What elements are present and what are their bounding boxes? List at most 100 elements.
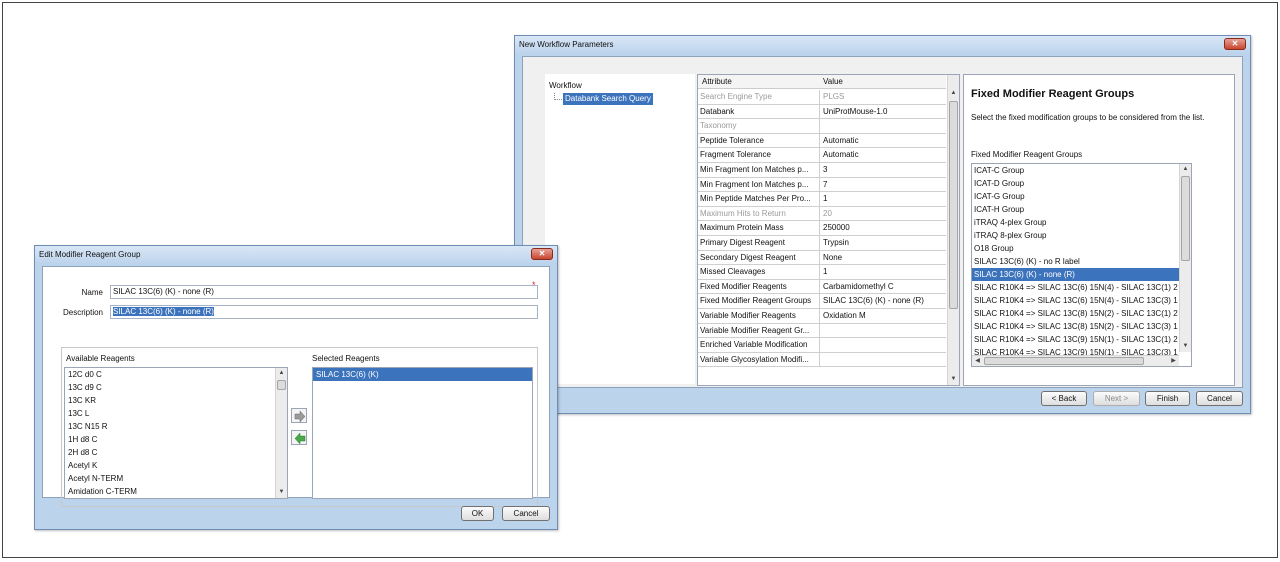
grid-row[interactable]: Variable Glycosylation Modifi... (698, 352, 946, 368)
list-item[interactable]: 2H d8 C (65, 446, 287, 459)
grid-row[interactable]: Maximum Hits to Return 20 (698, 206, 946, 222)
grid-row[interactable]: Fixed Modifier Reagent Groups SILAC 13C(6… (698, 294, 946, 309)
workflow-item-databank-search-query[interactable]: Databank Search Query (563, 93, 653, 105)
main-close-button[interactable]: ✕ (1224, 38, 1246, 50)
grid-value-cell[interactable]: UniProtMouse-1.0 (821, 105, 946, 119)
available-reagents-scrollbar[interactable]: ▲ ▼ (275, 368, 287, 498)
grid-row[interactable]: Variable Modifier Reagents Oxidation M (698, 308, 946, 324)
list-item[interactable]: 13C N15 R (65, 420, 287, 433)
grid-value-cell[interactable]: SILAC 13C(6) (K) - none (R) (821, 294, 946, 308)
grid-value-cell[interactable]: None (821, 251, 946, 265)
grid-attribute-cell: Min Fragment Ion Matches p... (698, 177, 820, 192)
grid-value-cell[interactable]: 7 (821, 178, 946, 192)
list-item[interactable]: iTRAQ 4-plex Group (972, 216, 1179, 229)
grid-value-cell[interactable]: Automatic (821, 148, 946, 162)
grid-value-cell[interactable]: 1 (821, 192, 946, 206)
ok-button[interactable]: OK (461, 506, 494, 521)
cancel-button[interactable]: Cancel (1196, 391, 1243, 406)
list-item[interactable]: 1H d8 C (65, 433, 287, 446)
list-item[interactable]: ICAT-G Group (972, 190, 1179, 203)
grid-row[interactable]: Primary Digest Reagent Trypsin (698, 235, 946, 251)
grid-value-cell[interactable]: 3 (821, 163, 946, 177)
grid-value-cell[interactable] (821, 119, 946, 133)
scroll-up-icon[interactable]: ▲ (276, 368, 287, 379)
list-item[interactable]: 13C KR (65, 394, 287, 407)
grid-row[interactable]: Min Fragment Ion Matches p... 7 (698, 177, 946, 193)
grid-row[interactable]: Maximum Protein Mass 250000 (698, 221, 946, 236)
list-item[interactable]: 13C d9 C (65, 381, 287, 394)
main-titlebar[interactable]: New Workflow Parameters ✕ (515, 36, 1250, 54)
available-scroll-thumb[interactable] (277, 380, 286, 390)
scroll-up-icon[interactable]: ▲ (948, 88, 959, 99)
list-item[interactable]: ICAT-C Group (972, 164, 1179, 177)
edit-cancel-button[interactable]: Cancel (502, 506, 550, 521)
grid-scroll-thumb[interactable] (949, 101, 958, 309)
list-item[interactable]: 13C L (65, 407, 287, 420)
list-item[interactable]: SILAC R10K4 => SILAC 13C(8) 15N(2) - SIL… (972, 307, 1179, 320)
grid-value-cell[interactable]: PLGS (821, 90, 946, 104)
grid-value-cell[interactable] (821, 338, 946, 352)
next-button[interactable]: Next > (1093, 391, 1140, 406)
list-item[interactable]: Acetyl K (65, 459, 287, 472)
grid-row[interactable]: Min Fragment Ion Matches p... 3 (698, 162, 946, 178)
grid-row[interactable]: Fixed Modifier Reagents Carbamidomethyl C (698, 279, 946, 295)
list-item[interactable]: ICAT-D Group (972, 177, 1179, 190)
fixed-modifier-vscrollbar[interactable]: ▲ ▼ (1179, 164, 1191, 352)
grid-value-cell[interactable]: Automatic (821, 134, 946, 148)
grid-value-cell[interactable]: Carbamidomethyl C (821, 280, 946, 294)
list-item[interactable]: SILAC R10K4 => SILAC 13C(6) 15N(4) - SIL… (972, 281, 1179, 294)
grid-row[interactable]: Enriched Variable Modification (698, 338, 946, 353)
list-item[interactable]: O18 Group (972, 242, 1179, 255)
description-field[interactable]: SILAC 13C(6) (K) - none (R) (110, 305, 538, 319)
list-item[interactable]: SILAC 13C(6) (K) - none (R) (972, 268, 1179, 281)
list-item[interactable]: SILAC 13C(6) (K) (313, 368, 532, 381)
back-button[interactable]: < Back (1041, 391, 1087, 406)
grid-row[interactable]: Secondary Digest Reagent None (698, 250, 946, 266)
list-item[interactable]: SILAC R10K4 => SILAC 13C(6) 15N(4) - SIL… (972, 294, 1179, 307)
list-item[interactable]: SILAC R10K4 => SILAC 13C(9) 15N(1) - SIL… (972, 333, 1179, 346)
grid-row[interactable]: Search Engine Type PLGS (698, 90, 946, 105)
list-item[interactable]: SILAC 13C(6) (K) - no R label (972, 255, 1179, 268)
name-field[interactable]: SILAC 13C(6) (K) - none (R) (110, 285, 538, 299)
fixed-modifier-list[interactable]: ICAT-C Group ICAT-D Group ICAT-G Group ICAT… (971, 163, 1192, 367)
scroll-down-icon[interactable]: ▼ (948, 374, 959, 385)
grid-row[interactable]: Peptide Tolerance Automatic (698, 133, 946, 149)
grid-header-attribute[interactable]: Attribute (702, 77, 732, 86)
finish-button[interactable]: Finish (1145, 391, 1190, 406)
available-reagents-list[interactable]: 12C d0 C 13C d9 C 13C KR 13C L 13C N15 R 1H d… (64, 367, 288, 499)
grid-value-cell[interactable]: 1 (821, 265, 946, 279)
list-item[interactable]: Acetyl N-TERM (65, 472, 287, 485)
fixed-modifier-hscroll-thumb[interactable] (984, 357, 1144, 365)
scroll-up-icon[interactable]: ▲ (1180, 164, 1191, 175)
add-reagent-button[interactable] (291, 408, 307, 423)
fixed-modifier-hscrollbar[interactable]: ◀ ▶ (972, 355, 1179, 366)
scroll-down-icon[interactable]: ▼ (1180, 341, 1191, 352)
fixed-modifier-vscroll-thumb[interactable] (1181, 176, 1190, 261)
grid-value-cell[interactable]: Oxidation M (821, 309, 946, 323)
list-item[interactable]: Amidation C-TERM (65, 485, 287, 498)
selected-reagents-list[interactable]: SILAC 13C(6) (K) (312, 367, 533, 499)
list-item[interactable]: iTRAQ 8-plex Group (972, 229, 1179, 242)
grid-value-cell[interactable] (821, 353, 946, 367)
edit-close-button[interactable]: ✕ (531, 248, 553, 260)
grid-header-value[interactable]: Value (823, 77, 843, 86)
remove-reagent-button[interactable] (291, 430, 307, 445)
grid-value-cell[interactable]: Trypsin (821, 236, 946, 250)
grid-row[interactable]: Databank UniProtMouse-1.0 (698, 104, 946, 120)
grid-row[interactable]: Taxonomy (698, 119, 946, 134)
grid-row[interactable]: Missed Cleavages 1 (698, 265, 946, 280)
edit-titlebar[interactable]: Edit Modifier Reagent Group ✕ (35, 246, 557, 264)
scroll-left-icon[interactable]: ◀ (972, 356, 983, 366)
scroll-right-icon[interactable]: ▶ (1168, 356, 1179, 366)
list-item[interactable]: 12C d0 C (65, 368, 287, 381)
list-item[interactable]: SILAC R10K4 => SILAC 13C(8) 15N(2) - SIL… (972, 320, 1179, 333)
grid-row[interactable]: Min Peptide Matches Per Pro... 1 (698, 192, 946, 207)
grid-scrollbar[interactable]: ▲ ▼ (947, 75, 959, 385)
grid-value-cell[interactable] (821, 324, 946, 338)
grid-row[interactable]: Variable Modifier Reagent Gr... (698, 323, 946, 339)
list-item[interactable]: ICAT-H Group (972, 203, 1179, 216)
grid-value-cell[interactable]: 250000 (821, 221, 946, 235)
scroll-down-icon[interactable]: ▼ (276, 487, 287, 498)
grid-row[interactable]: Fragment Tolerance Automatic (698, 148, 946, 163)
grid-value-cell[interactable]: 20 (821, 207, 946, 221)
